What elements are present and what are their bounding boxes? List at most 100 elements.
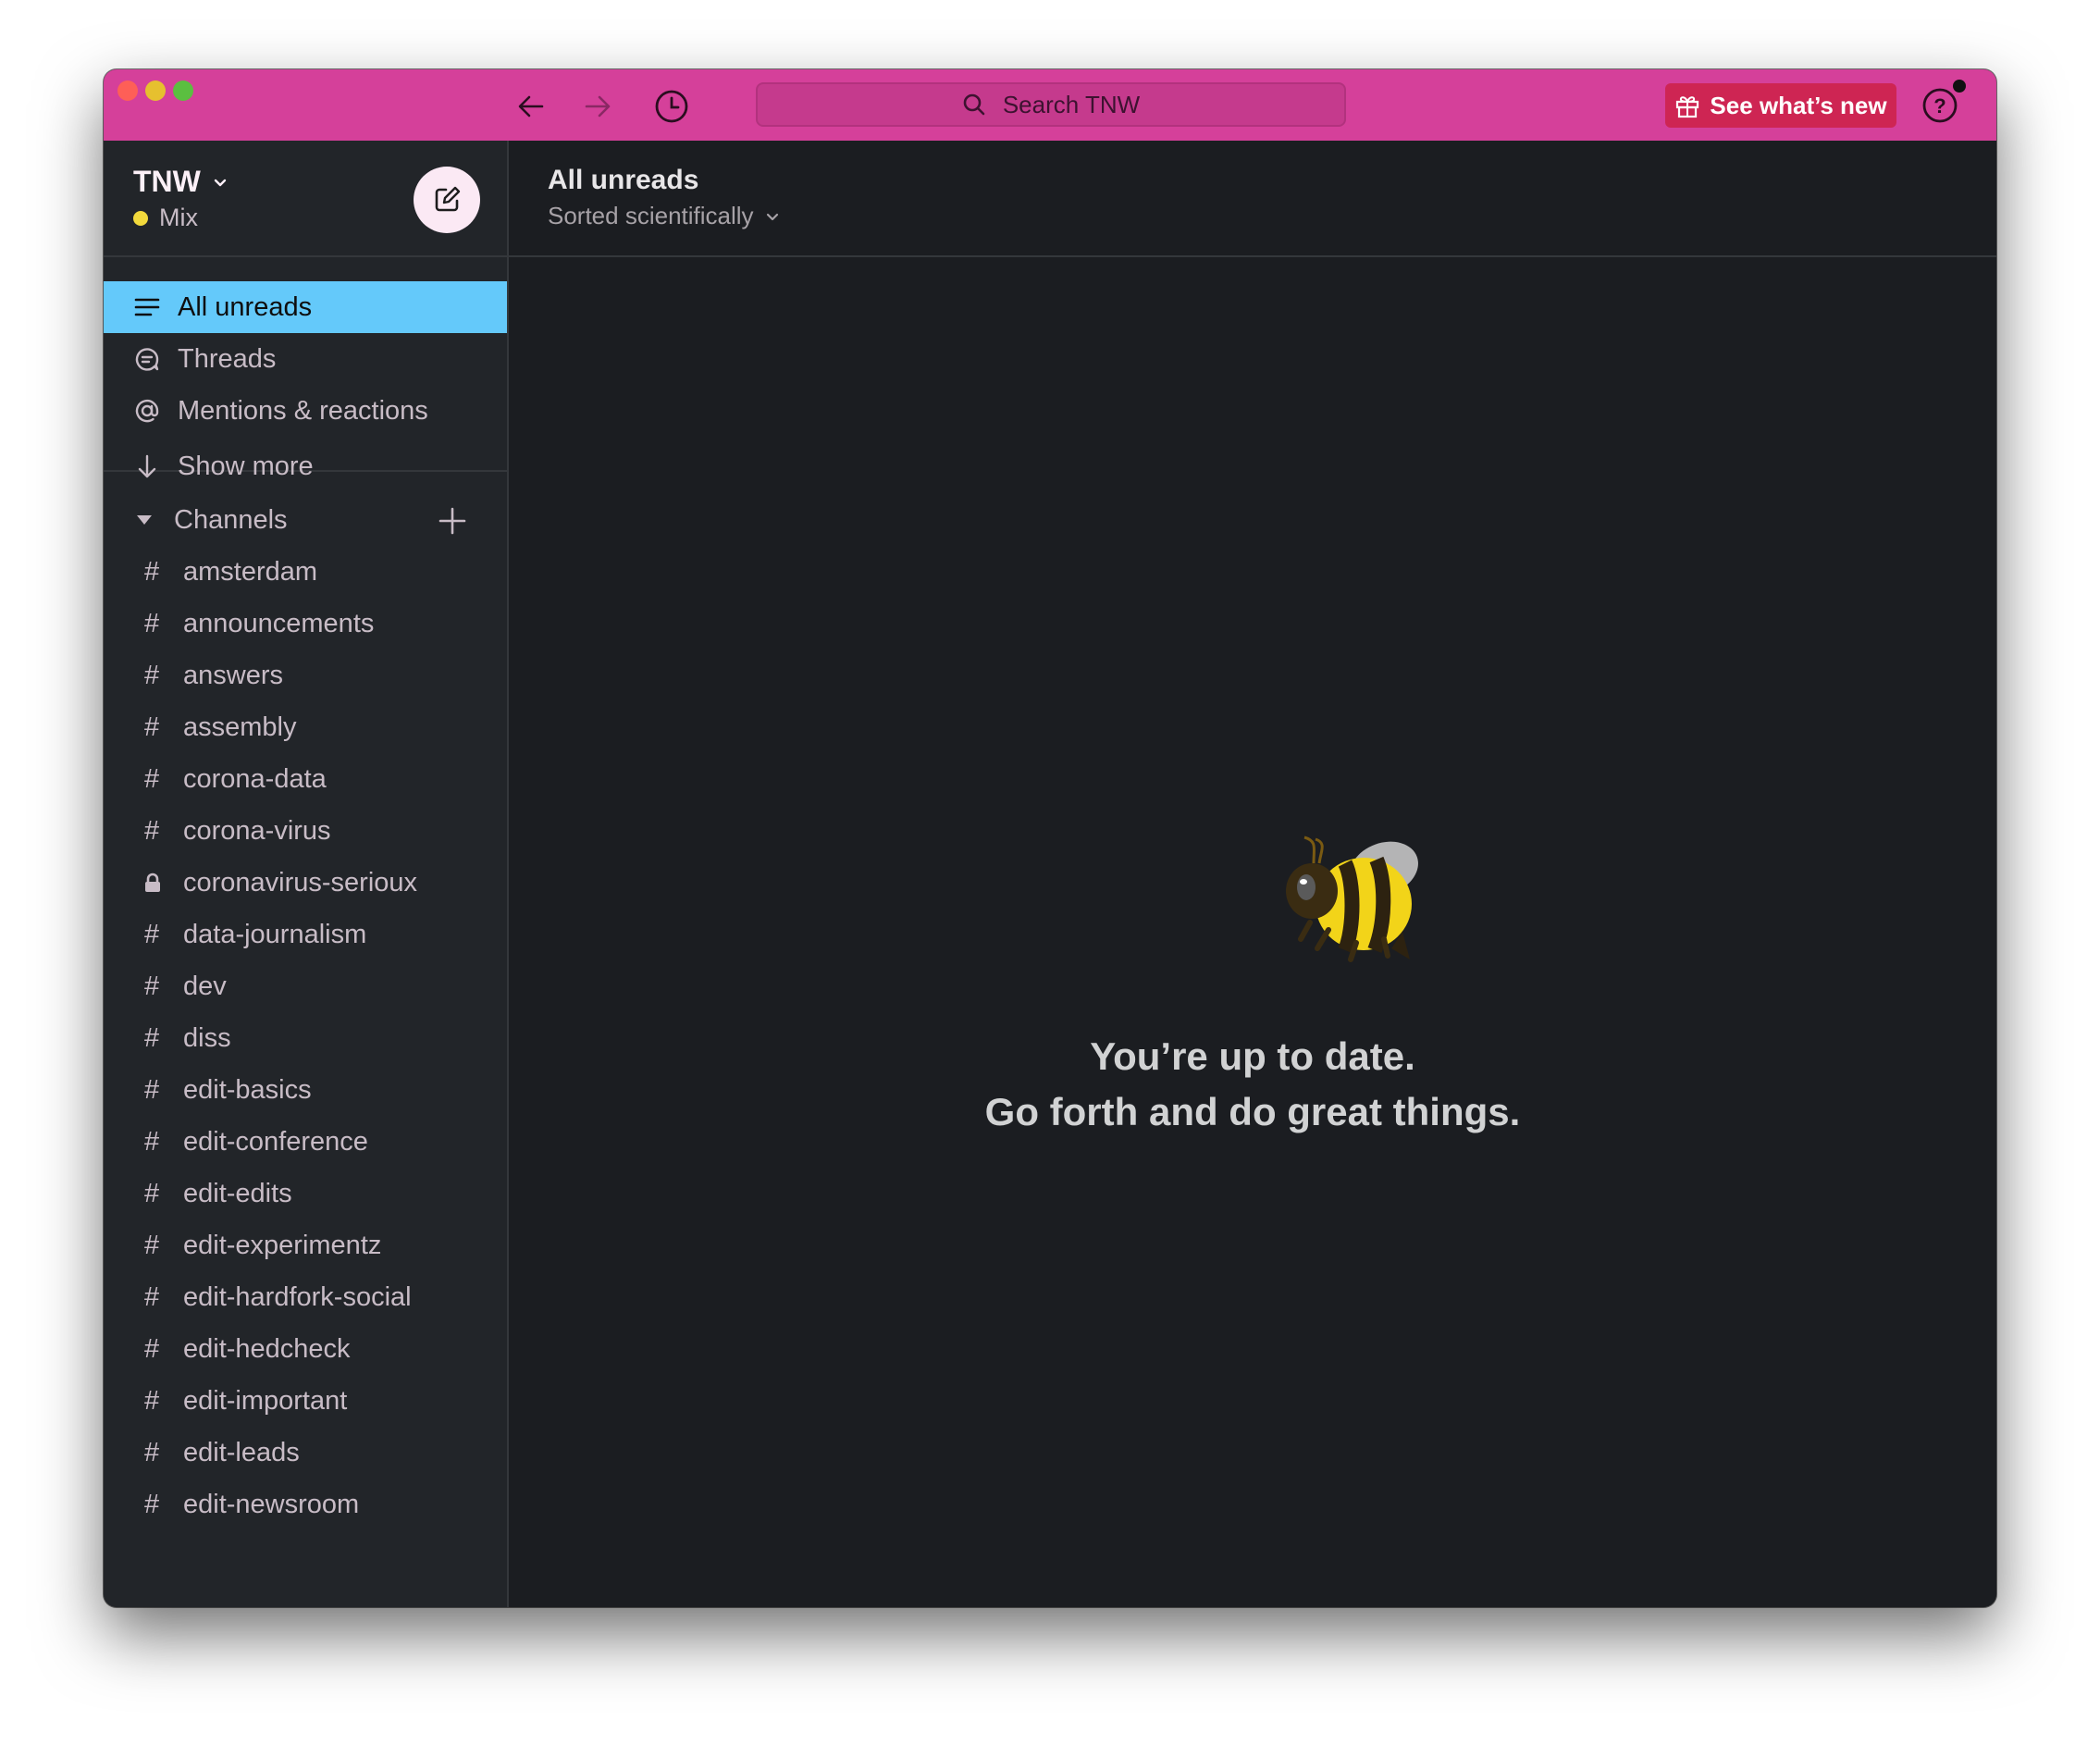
help-icon: ? <box>1922 88 1958 123</box>
forward-arrow-icon <box>585 95 611 118</box>
search-input[interactable]: Search TNW <box>756 82 1346 127</box>
channel-name: edit-edits <box>183 1178 292 1208</box>
workspace-name: TNW <box>133 165 201 198</box>
hash-icon: # <box>144 1230 160 1260</box>
hash-icon: # <box>144 971 160 1001</box>
at-sign-icon <box>131 397 163 425</box>
status-dot-icon <box>133 210 148 226</box>
zoom-window-button[interactable] <box>173 80 193 101</box>
sidebar-channel-item[interactable]: # diss <box>104 1012 507 1064</box>
list-lines-icon <box>131 296 163 318</box>
channel-name: dev <box>183 971 227 1001</box>
hash-icon: # <box>144 1178 160 1208</box>
channel-name: edit-hedcheck <box>183 1333 351 1364</box>
sidebar-item-label: All unreads <box>178 291 313 322</box>
sidebar-channel-item[interactable]: # edit-hardfork-social <box>104 1271 507 1323</box>
sidebar-channel-item[interactable]: # edit-basics <box>104 1064 507 1116</box>
add-channel-icon[interactable] <box>439 507 466 535</box>
user-status[interactable]: Mix <box>133 204 198 232</box>
sidebar-channel-item[interactable]: # edit-hedcheck <box>104 1323 507 1375</box>
gift-icon <box>1676 96 1699 118</box>
channel-name: coronavirus-serioux <box>183 867 418 897</box>
empty-state-message: You’re up to date. Go forth and do great… <box>509 1029 1996 1140</box>
channel-name: edit-experimentz <box>183 1230 382 1260</box>
notification-dot <box>1953 80 1966 93</box>
thread-bubble-icon <box>131 346 163 372</box>
sidebar-item-label: Show more <box>178 451 314 481</box>
minimize-window-button[interactable] <box>145 80 166 101</box>
sort-dropdown[interactable]: Sorted scientifically <box>548 202 780 230</box>
back-arrow-icon <box>518 95 544 118</box>
app-window: Search TNW See what’s new ? TNW Mix All … <box>104 69 1996 1607</box>
sidebar-channel-item[interactable]: # corona-data <box>104 753 507 805</box>
hash-icon: # <box>144 1333 160 1364</box>
hash-icon: # <box>144 712 160 742</box>
sidebar-channel-item[interactable]: # corona-virus <box>104 805 507 857</box>
sidebar-channel-item[interactable]: # edit-leads <box>104 1427 507 1479</box>
forward-button[interactable] <box>579 88 616 125</box>
hash-icon: # <box>144 1489 160 1519</box>
whats-new-button[interactable]: See what’s new <box>1665 83 1896 128</box>
channels-section-header[interactable]: Channels <box>104 494 507 546</box>
chevron-down-icon <box>214 179 227 186</box>
history-clock-icon <box>655 90 688 123</box>
history-button[interactable] <box>653 88 690 125</box>
sidebar-item-all-unreads[interactable]: All unreads <box>104 281 507 333</box>
hash-icon: # <box>144 660 160 690</box>
compose-button[interactable] <box>414 167 480 233</box>
sort-label: Sorted scientifically <box>548 202 754 229</box>
sidebar: TNW Mix All unreads Threads Mentions & r… <box>104 141 509 1607</box>
sidebar-item-label: Threads <box>178 343 277 374</box>
channel-name: announcements <box>183 608 375 638</box>
channel-name: diss <box>183 1022 231 1053</box>
chevron-down-icon <box>766 213 778 220</box>
hash-icon: # <box>144 763 160 794</box>
title-bar: Search TNW See what’s new ? <box>104 69 1996 141</box>
sidebar-channel-item[interactable]: # dev <box>104 960 507 1012</box>
sidebar-item-mentions[interactable]: Mentions & reactions <box>104 385 507 437</box>
channel-name: answers <box>183 660 283 690</box>
sidebar-channel-item[interactable]: # data-journalism <box>104 909 507 960</box>
empty-state-line1: You’re up to date. <box>1090 1034 1415 1078</box>
channel-name: edit-conference <box>183 1126 368 1157</box>
sidebar-channel-item[interactable]: # amsterdam <box>104 546 507 598</box>
hash-icon: # <box>144 815 160 846</box>
workspace-menu-button[interactable]: TNW <box>133 165 229 199</box>
back-button[interactable] <box>513 88 550 125</box>
sidebar-item-show-more[interactable]: Show more <box>104 440 507 492</box>
channel-name: assembly <box>183 712 297 742</box>
hash-icon: # <box>144 1281 160 1312</box>
sidebar-channel-item[interactable]: # edit-conference <box>104 1116 507 1168</box>
arrow-down-icon <box>131 453 163 479</box>
sidebar-channel-item[interactable]: # edit-newsroom <box>104 1479 507 1530</box>
close-window-button[interactable] <box>117 80 138 101</box>
sidebar-item-label: Mentions & reactions <box>178 395 428 426</box>
workspace-header: TNW Mix <box>104 141 507 257</box>
hash-icon: # <box>144 1126 160 1157</box>
sidebar-channel-item[interactable]: # announcements <box>104 598 507 650</box>
channel-name: amsterdam <box>183 556 318 587</box>
search-placeholder: Search TNW <box>1002 90 1141 118</box>
channels-header-label: Channels <box>174 504 288 535</box>
search-icon <box>963 93 985 116</box>
svg-text:?: ? <box>1933 94 1946 118</box>
main-pane: All unreads Sorted scientifically You’re… <box>509 141 1996 1607</box>
sidebar-channel-item[interactable]: # answers <box>104 650 507 701</box>
sidebar-channel-item[interactable]: # edit-important <box>104 1375 507 1427</box>
hash-icon: # <box>144 1074 160 1105</box>
main-header: All unreads Sorted scientifically <box>509 141 1996 257</box>
sidebar-item-threads[interactable]: Threads <box>104 333 507 385</box>
sidebar-channel-item[interactable]: # edit-edits <box>104 1168 507 1219</box>
channel-name: corona-virus <box>183 815 331 846</box>
caret-down-icon <box>137 515 152 525</box>
sidebar-channel-item[interactable]: coronavirus-serioux <box>104 857 507 909</box>
bee-icon <box>1286 835 1418 962</box>
hash-icon: # <box>144 1385 160 1416</box>
sidebar-nav: All unreads Threads Mentions & reactions… <box>104 257 507 481</box>
help-button[interactable]: ? <box>1921 86 1959 125</box>
channel-name: edit-important <box>183 1385 348 1416</box>
hash-icon: # <box>144 608 160 638</box>
sidebar-channel-item[interactable]: # assembly <box>104 701 507 753</box>
sidebar-channel-item[interactable]: # edit-experimentz <box>104 1219 507 1271</box>
channel-name: corona-data <box>183 763 327 794</box>
